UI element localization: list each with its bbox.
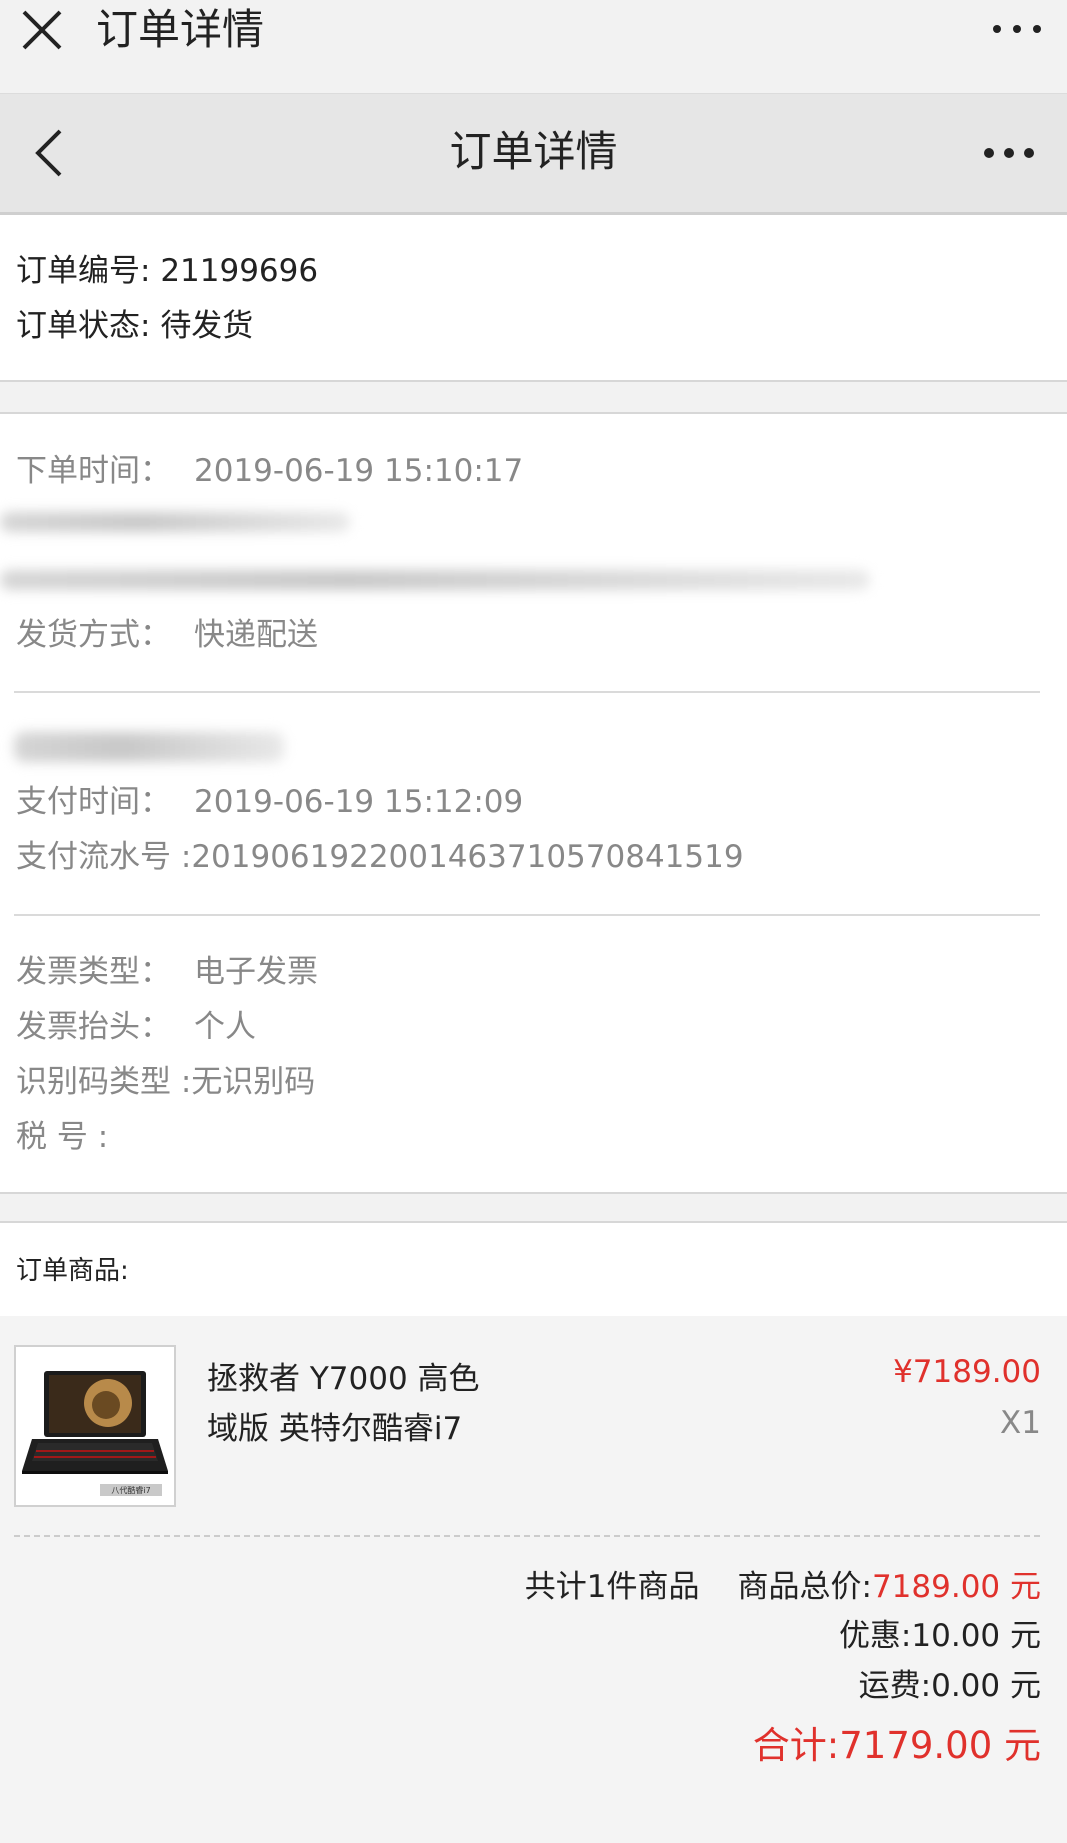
pay-time-value: 2019-06-19 15:12:09 [194,784,524,820]
page-title: 订单详情 [449,127,618,176]
order-status-label: 订单状态 [16,308,140,344]
more-dots-icon[interactable] [981,138,1037,168]
redacted-blur [0,512,350,532]
total-value: 7179.00 元 [839,1724,1041,1767]
order-status-row: 订单状态: 待发货 [16,308,254,344]
order-goods-label: 订单商品: [16,1256,129,1286]
pay-serial-label: 支付流水号 : [16,839,192,875]
order-number-row: 订单编号: 21199696 [16,253,319,289]
pay-time-label: 支付时间： [16,784,171,820]
window-top-bar: 订单详情 [0,0,1067,94]
order-details-section: 下单时间： 2019-06-19 15:10:17 发货方式： 快递配送 支付时间：… [0,412,1067,1194]
shipping-fee-value: 0.00 元 [931,1668,1041,1704]
order-summary-section: 订单编号: 21199696 订单状态: 待发货 [0,215,1067,382]
invoice-type-label: 发票类型： [16,954,171,990]
discount-label: 优惠: [838,1618,912,1654]
invoice-title-row: 发票抬头： 个人 [16,1005,256,1049]
order-number-value: 21199696 [160,253,319,289]
page-nav-bar: 订单详情 [0,94,1067,215]
product-quantity: X1 [1000,1405,1041,1441]
window-title: 订单详情 [96,5,265,54]
product-thumbnail[interactable]: 八代酷睿i7 [14,1345,176,1507]
divider [14,914,1040,916]
redacted-blur [0,570,870,590]
order-number-label: 订单编号 [16,253,140,289]
order-time-value: 2019-06-19 15:10:17 [194,453,524,489]
shipping-method-row: 发货方式： 快递配送 [16,613,318,657]
close-icon[interactable] [20,8,64,52]
shipping-fee-line: 运费:0.00 元 [859,1664,1041,1708]
invoice-type-value: 电子发票 [194,954,318,990]
invoice-title-value: 个人 [194,1009,256,1045]
id-code-type-label: 识别码类型 : [16,1064,192,1100]
pay-serial-value: 2019061922001463710570841519 [191,839,744,875]
shipping-fee-label: 运费: [858,1668,932,1704]
pay-time-row: 支付时间： 2019-06-19 15:12:09 [16,780,523,824]
order-status-value: 待发货 [160,308,254,344]
total-label: 合计: [752,1724,840,1767]
invoice-title-label: 发票抬头： [16,1009,171,1045]
discount-value: 10.00 元 [911,1618,1041,1654]
id-code-type-value: 无识别码 [191,1064,316,1100]
item-count-text: 共计1件商品 [524,1569,700,1605]
subtotal-value: 7189.00 元 [871,1569,1041,1605]
discount-line: 优惠:10.00 元 [839,1614,1041,1658]
product-price: ¥7189.00 [893,1354,1041,1390]
subtotal-label: 商品总价: [737,1569,872,1605]
dashed-divider [14,1535,1040,1537]
pay-serial-row: 支付流水号 :2019061922001463710570841519 [16,835,744,879]
invoice-type-row: 发票类型： 电子发票 [16,950,318,994]
shipping-method-value: 快递配送 [194,617,318,653]
tax-number-label: 税 号 : [16,1119,109,1155]
goods-panel: 八代酷睿i7 拯救者 Y7000 高色域版 英特尔酷睿i7 ¥7189.00 X… [0,1316,1067,1843]
laptop-image: 八代酷睿i7 [16,1347,174,1505]
product-name[interactable]: 拯救者 Y7000 高色域版 英特尔酷睿i7 [207,1354,507,1454]
order-time-label: 下单时间： [16,453,171,489]
order-goods-header: 订单商品: [0,1221,1067,1316]
redacted-blur [14,732,284,762]
shipping-method-label: 发货方式： [16,617,171,653]
total-line: 合计:7179.00 元 [753,1720,1041,1772]
tax-number-row: 税 号 : [16,1115,108,1159]
more-dots-icon[interactable] [989,14,1045,44]
id-code-type-row: 识别码类型 :无识别码 [16,1060,315,1104]
thumb-caption: 八代酷睿i7 [111,1485,150,1495]
divider [14,691,1040,693]
subtotal-line: 共计1件商品 商品总价:7189.00 元 [525,1565,1041,1609]
order-time-row: 下单时间： 2019-06-19 15:10:17 [16,449,523,493]
